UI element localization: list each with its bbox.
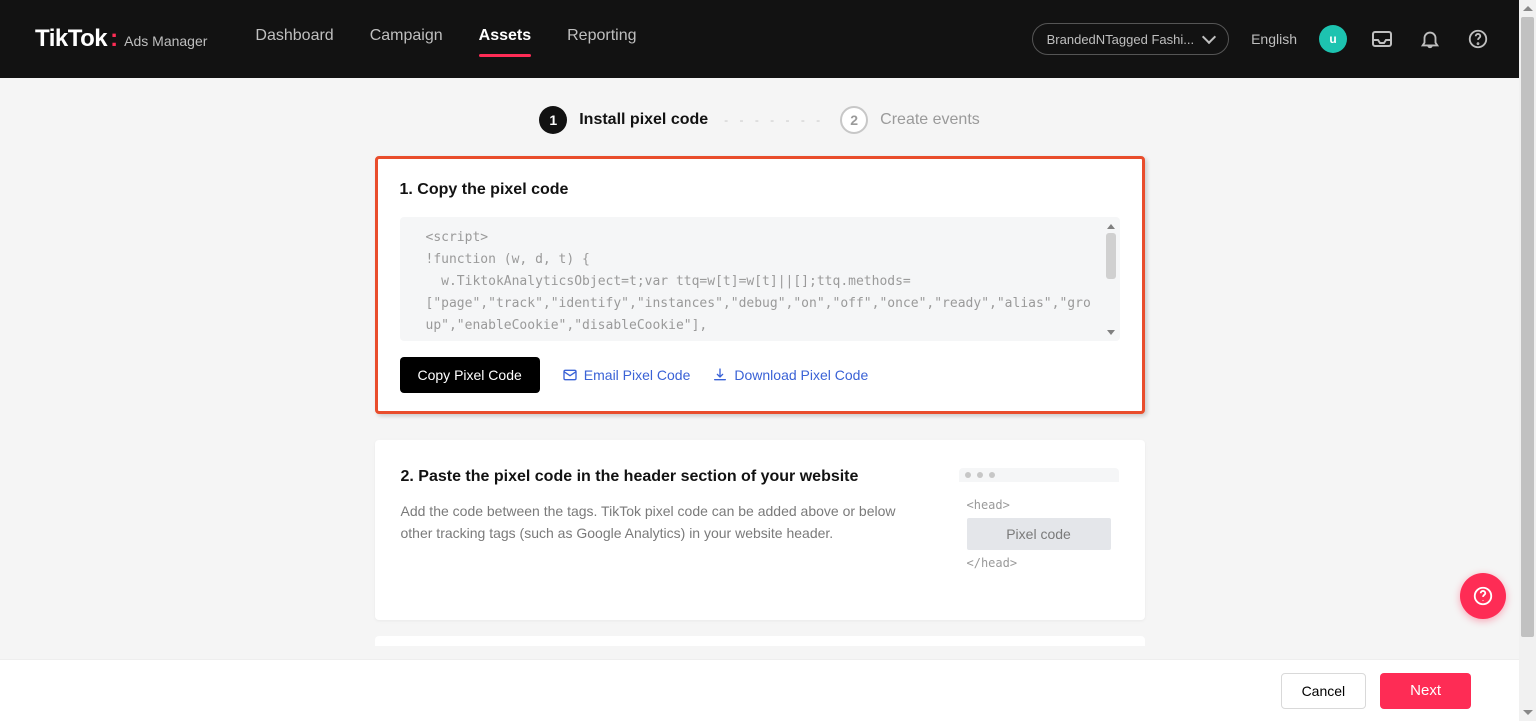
copy-pixel-card: 1. Copy the pixel code <script> !functio… <box>375 156 1145 414</box>
help-icon[interactable] <box>1465 26 1491 52</box>
page-scroll-down-icon[interactable] <box>1519 704 1536 721</box>
avatar[interactable]: u <box>1319 25 1347 53</box>
bell-icon[interactable] <box>1417 26 1443 52</box>
step-1-number: 1 <box>539 106 567 134</box>
step-1-label: Install pixel code <box>579 111 708 129</box>
nav-dashboard[interactable]: Dashboard <box>255 27 333 51</box>
pixel-code-box[interactable]: <script> !function (w, d, t) { w.TiktokA… <box>400 217 1120 341</box>
page-scroll-up-icon[interactable] <box>1519 0 1536 17</box>
email-pixel-label: Email Pixel Code <box>584 367 691 383</box>
header-diagram: <head> Pixel code </head> <box>959 468 1119 586</box>
cancel-button[interactable]: Cancel <box>1281 673 1367 709</box>
scroll-thumb[interactable] <box>1106 233 1116 279</box>
next-button[interactable]: Next <box>1380 673 1471 709</box>
pixel-code-text: <script> !function (w, d, t) { w.TiktokA… <box>426 227 1092 341</box>
account-switcher[interactable]: BrandedNTagged Fashi... <box>1032 23 1229 55</box>
step-install-pixel[interactable]: 1 Install pixel code <box>539 106 708 134</box>
footer-bar: Cancel Next <box>0 659 1519 721</box>
primary-nav: Dashboard Campaign Assets Reporting <box>255 27 636 51</box>
app-logo[interactable]: TikTok: Ads Manager <box>35 25 207 53</box>
head-open-tag: <head> <box>967 498 1111 512</box>
paste-pixel-description: Add the code between the tags. TikTok pi… <box>401 500 901 544</box>
step-create-events[interactable]: 2 Create events <box>840 106 980 134</box>
chevron-down-icon <box>1202 30 1216 44</box>
step-divider: - - - - - - - <box>724 113 824 127</box>
top-right-controls: BrandedNTagged Fashi... English u <box>1032 23 1491 55</box>
logo-colon: : <box>110 25 118 53</box>
pixel-code-placeholder: Pixel code <box>967 518 1111 550</box>
stepper: 1 Install pixel code - - - - - - - 2 Cre… <box>0 78 1519 156</box>
top-nav-bar: TikTok: Ads Manager Dashboard Campaign A… <box>0 0 1536 78</box>
nav-assets[interactable]: Assets <box>479 27 531 51</box>
window-dots-icon <box>959 468 1119 482</box>
page-scrollbar[interactable] <box>1519 0 1536 721</box>
download-pixel-label: Download Pixel Code <box>734 367 868 383</box>
scroll-down-icon[interactable] <box>1104 325 1118 339</box>
copy-pixel-title: 1. Copy the pixel code <box>400 181 1120 199</box>
step-2-label: Create events <box>880 111 980 129</box>
logo-subtitle: Ads Manager <box>124 33 207 49</box>
step-2-number: 2 <box>840 106 868 134</box>
inbox-icon[interactable] <box>1369 26 1395 52</box>
mail-icon <box>562 367 578 383</box>
scroll-up-icon[interactable] <box>1104 219 1118 233</box>
copy-pixel-button[interactable]: Copy Pixel Code <box>400 357 540 393</box>
download-pixel-link[interactable]: Download Pixel Code <box>712 367 868 383</box>
content-area: 1 Install pixel code - - - - - - - 2 Cre… <box>0 78 1519 659</box>
next-card-peek <box>375 636 1145 646</box>
help-fab[interactable] <box>1460 573 1506 619</box>
nav-campaign[interactable]: Campaign <box>370 27 443 51</box>
page-scroll-thumb[interactable] <box>1521 17 1534 637</box>
code-scrollbar[interactable] <box>1104 219 1118 339</box>
pixel-actions: Copy Pixel Code Email Pixel Code Downloa… <box>400 357 1120 393</box>
language-selector[interactable]: English <box>1251 31 1297 47</box>
paste-pixel-title: 2. Paste the pixel code in the header se… <box>401 468 919 486</box>
account-name: BrandedNTagged Fashi... <box>1047 32 1194 47</box>
question-icon <box>1472 585 1494 607</box>
head-close-tag: </head> <box>967 556 1111 570</box>
email-pixel-link[interactable]: Email Pixel Code <box>562 367 691 383</box>
download-icon <box>712 367 728 383</box>
logo-brand: TikTok <box>35 25 107 53</box>
paste-pixel-card: 2. Paste the pixel code in the header se… <box>375 440 1145 620</box>
nav-reporting[interactable]: Reporting <box>567 27 636 51</box>
